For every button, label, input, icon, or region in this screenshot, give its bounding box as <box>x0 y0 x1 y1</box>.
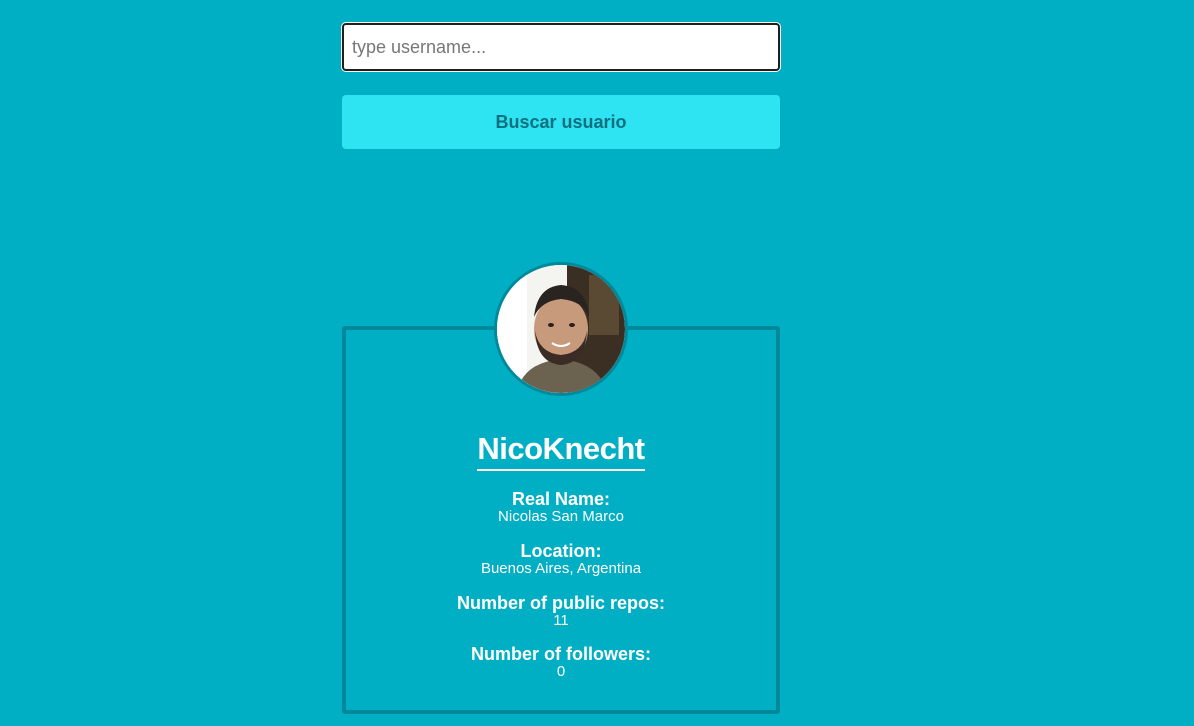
field-public-repos: Number of public repos: 11 <box>342 593 780 629</box>
field-label: Number of followers: <box>470 644 651 664</box>
field-value: Nicolas San Marco <box>498 508 624 525</box>
field-label: Number of public repos: <box>456 593 665 613</box>
field-label: Real Name: <box>511 489 611 509</box>
field-location: Location: Buenos Aires, Argentina <box>342 541 780 577</box>
search-input[interactable] <box>342 23 780 71</box>
field-value: Buenos Aires, Argentina <box>480 560 642 577</box>
field-label: Location: <box>520 541 602 561</box>
field-value: 11 <box>553 612 569 629</box>
field-followers: Number of followers: 0 <box>342 644 780 680</box>
search-button[interactable]: Buscar usuario <box>342 95 780 149</box>
avatar <box>494 262 628 396</box>
field-real-name: Real Name: Nicolas San Marco <box>342 489 780 525</box>
field-value: 0 <box>556 663 566 680</box>
user-avatar-icon <box>497 265 625 393</box>
username-link[interactable]: NicoKnecht <box>477 431 645 471</box>
profile-username: NicoKnecht <box>342 431 780 471</box>
